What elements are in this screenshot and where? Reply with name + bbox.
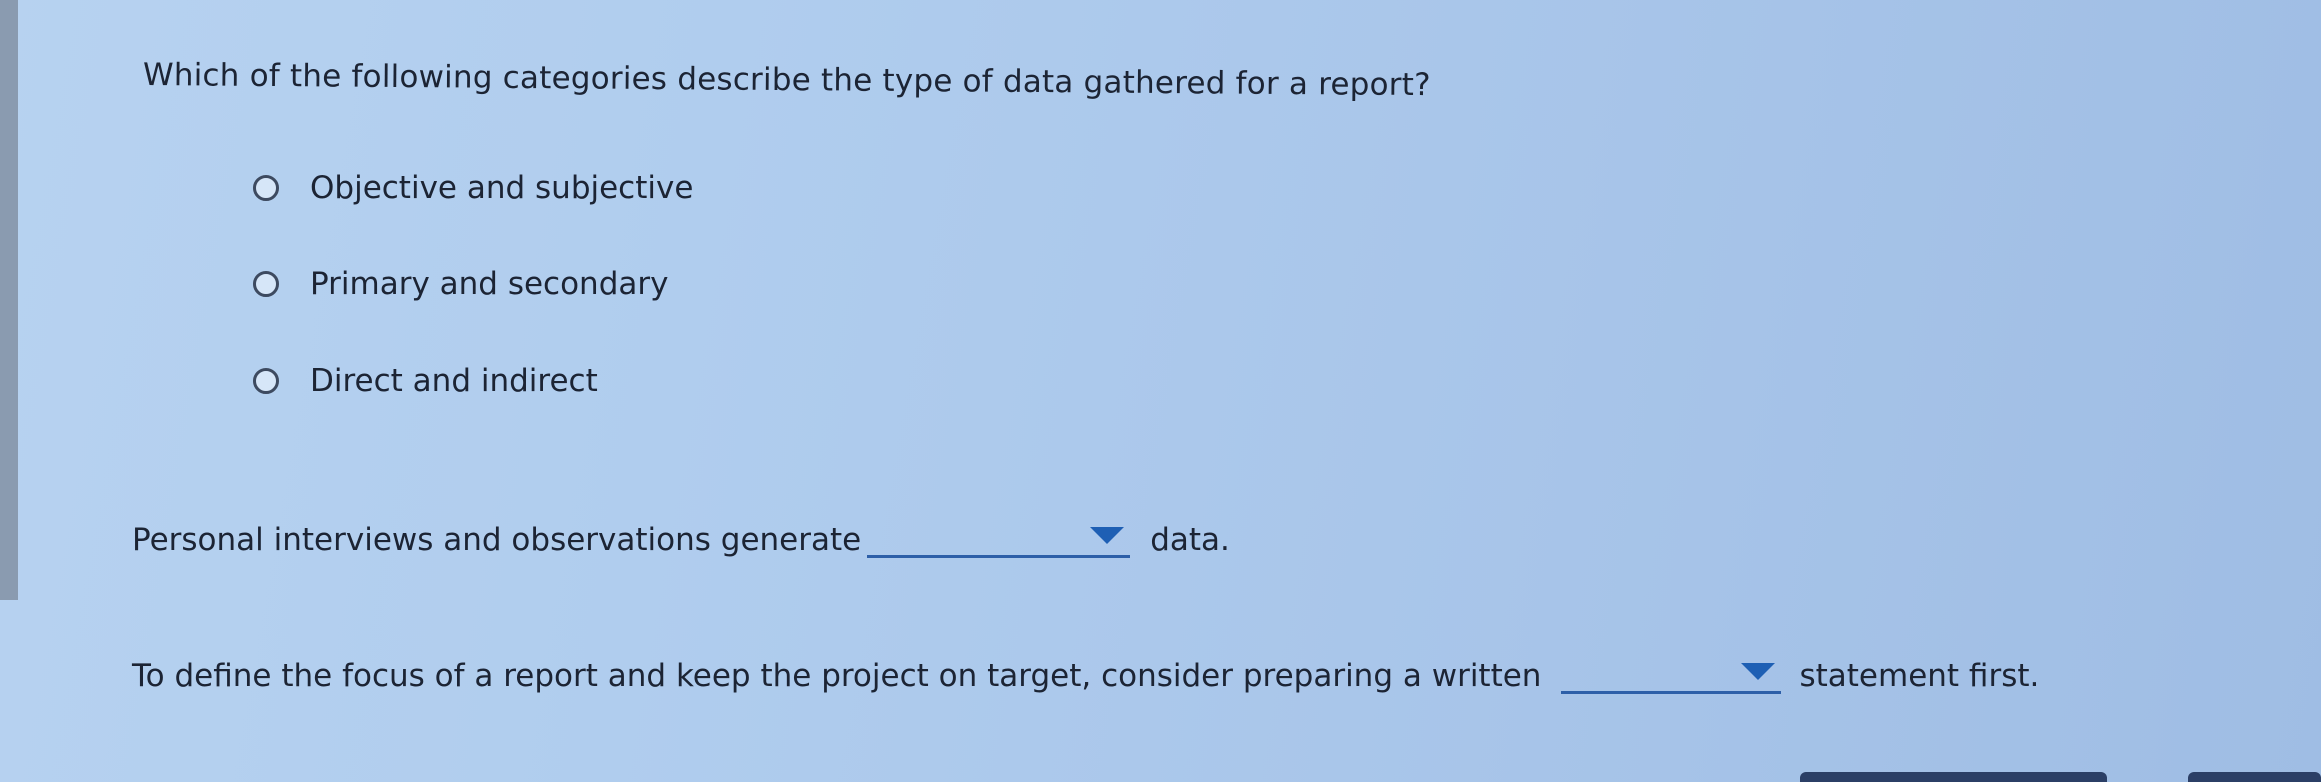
question-1-text: Which of the following categories descri… [142,57,1431,104]
radio-button[interactable] [253,175,279,201]
chevron-down-icon[interactable] [1090,527,1125,544]
question-3-before-text: To define the focus of a report and keep… [132,658,1542,694]
question-3: To define the focus of a report and keep… [132,651,2039,694]
option-objective-subjective[interactable]: Objective and subjective [253,168,693,208]
chevron-down-icon[interactable] [1741,663,1776,680]
data-type-dropdown[interactable] [867,515,1131,558]
radio-button[interactable] [253,368,279,394]
question-2-before-text: Personal interviews and observations gen… [132,522,862,558]
question-3-after-text: statement first. [1799,658,2040,694]
option-label: Direct and indirect [310,363,598,399]
question-2: Personal interviews and observations gen… [132,515,1230,558]
statement-type-dropdown[interactable] [1561,651,1782,694]
option-label: Primary and secondary [310,266,669,302]
bottom-button-edge[interactable] [1800,772,2107,782]
left-edge-strip [0,0,18,600]
radio-button[interactable] [253,271,279,297]
bottom-button-edge[interactable] [2188,772,2321,782]
option-primary-secondary[interactable]: Primary and secondary [253,264,668,304]
question-2-after-text: data. [1150,522,1230,558]
option-label: Objective and subjective [310,170,694,206]
option-direct-indirect[interactable]: Direct and indirect [253,361,598,401]
